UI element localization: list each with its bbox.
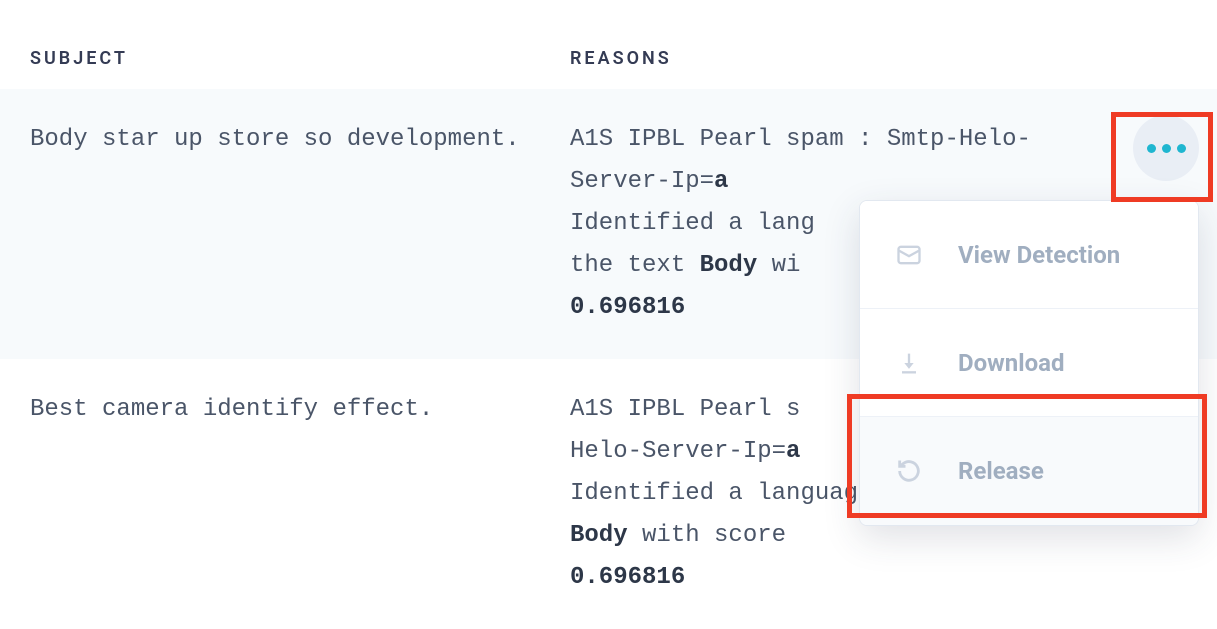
- dots-icon: [1147, 144, 1156, 153]
- reason-score: 0.696816: [570, 294, 685, 321]
- menu-label: View Detection: [958, 241, 1120, 269]
- menu-download[interactable]: Download: [860, 309, 1198, 417]
- subject-cell: Body star up store so development.: [30, 119, 570, 329]
- reason-text: A1S IPBL Pearl s: [570, 396, 800, 423]
- reason-bold: a: [786, 438, 800, 465]
- reason-bold: Body: [700, 252, 758, 279]
- undo-icon: [892, 454, 926, 488]
- menu-view-detection[interactable]: View Detection: [860, 201, 1198, 309]
- reason-text: with score: [628, 522, 786, 549]
- mail-search-icon: [892, 238, 926, 272]
- table-header: Subject Reasons: [0, 0, 1217, 89]
- reason-text: Identified a language: [570, 480, 887, 507]
- row-actions-menu: View Detection Download Release: [859, 200, 1199, 526]
- reason-text: A1S IPBL Pearl spam : Smtp-Helo-Server-I…: [570, 126, 1031, 195]
- download-icon: [892, 346, 926, 380]
- column-header-subject: Subject: [30, 48, 570, 69]
- menu-release[interactable]: Release: [860, 417, 1198, 525]
- dots-icon: [1162, 144, 1171, 153]
- column-header-reasons: Reasons: [570, 48, 1187, 69]
- reason-bold: a: [714, 168, 728, 195]
- menu-label: Release: [958, 457, 1044, 485]
- menu-label: Download: [958, 349, 1064, 377]
- reason-score: 0.696816: [570, 564, 685, 591]
- more-actions-button[interactable]: [1133, 115, 1199, 181]
- reason-text: wi: [757, 252, 800, 279]
- reason-text: Identified a lang: [570, 210, 815, 237]
- subject-cell: Best camera identify effect.: [30, 389, 570, 599]
- reason-text: the text: [570, 252, 700, 279]
- reason-bold: Body: [570, 522, 628, 549]
- dots-icon: [1177, 144, 1186, 153]
- reason-text: Helo-Server-Ip=: [570, 438, 786, 465]
